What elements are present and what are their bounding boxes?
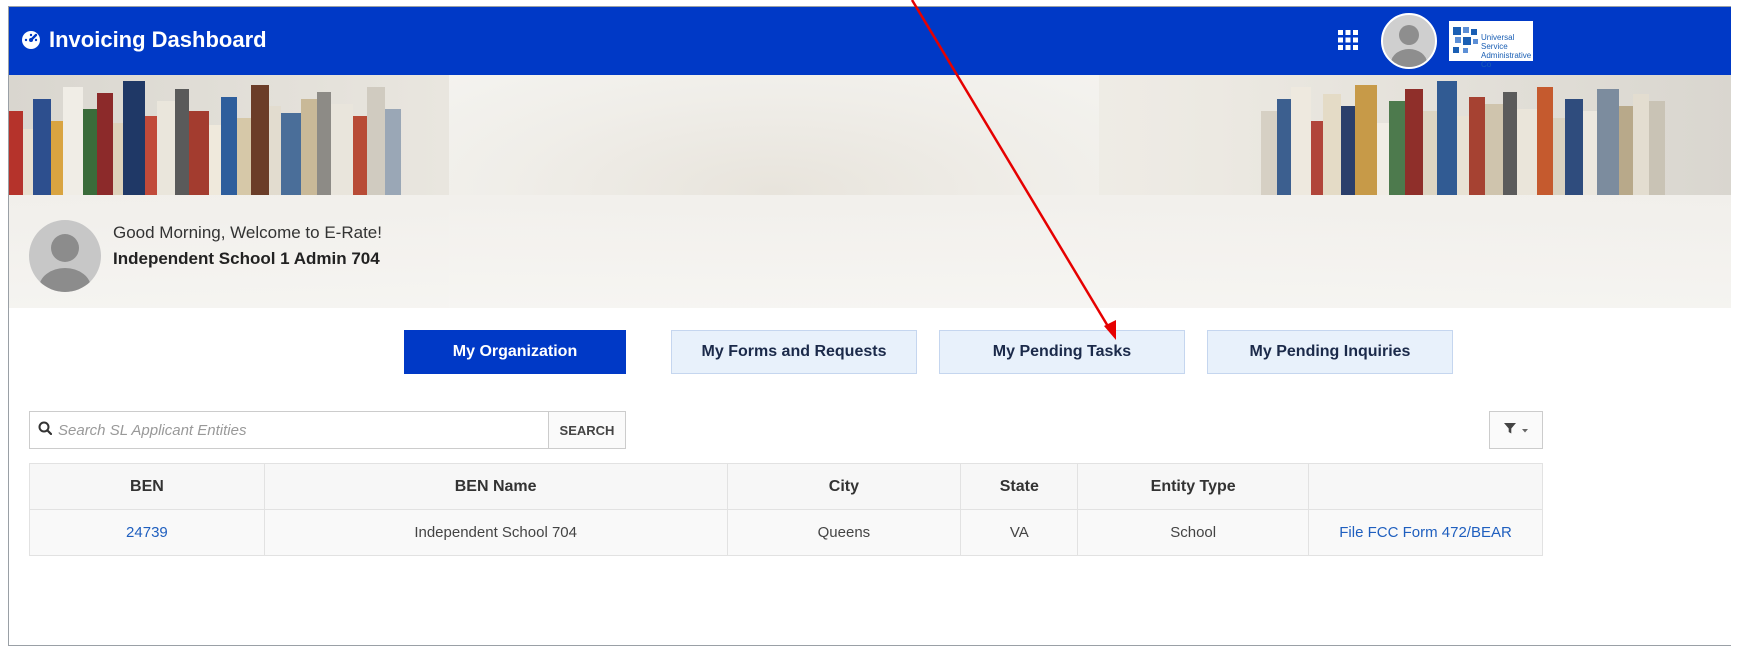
app-window: Invoicing Dashboard Universal Service Ad… [8,6,1731,646]
bookshelf-image-right [1261,75,1731,195]
user-avatar-icon[interactable] [1381,13,1437,69]
usac-logo: Universal Service Administrative Co [1449,21,1533,69]
column-header-city[interactable]: City [726,463,962,510]
column-header-state[interactable]: State [960,463,1079,510]
filter-icon [1503,421,1517,440]
search-input[interactable]: Search SL Applicant Entities [29,411,549,449]
filter-button[interactable] [1489,411,1543,449]
app-title: Invoicing Dashboard [21,27,267,53]
tab-my-organization[interactable]: My Organization [404,330,626,374]
table-row: 24739 Independent School 704 Queens VA S… [29,509,1543,556]
bookshelf-image-left [9,75,449,195]
logo-text: Universal Service Administrative Co [1481,33,1532,69]
search-button[interactable]: SEARCH [548,411,626,449]
entities-table: BEN BEN Name City State Entity Type 2473… [29,463,1543,556]
column-header-ben[interactable]: BEN [29,463,265,510]
organization-name: Independent School 1 Admin 704 [113,249,380,268]
tab-my-forms-and-requests[interactable]: My Forms and Requests [671,330,917,374]
ben-link[interactable]: 24739 [29,509,265,556]
chevron-down-icon [1521,421,1529,439]
tab-my-pending-inquiries[interactable]: My Pending Inquiries [1207,330,1453,374]
app-title-text: Invoicing Dashboard [49,27,267,52]
file-form-472-link[interactable]: File FCC Form 472/BEAR [1308,509,1543,556]
tab-my-pending-tasks[interactable]: My Pending Tasks [939,330,1185,374]
column-header-actions [1308,463,1543,510]
column-header-ben-name[interactable]: BEN Name [263,463,728,510]
greeting-text: Good Morning, Welcome to E-Rate! [113,223,382,242]
dashboard-tabs: My Organization My Forms and Requests My… [9,330,1731,374]
column-header-entity-type[interactable]: Entity Type [1077,463,1310,510]
logo-mark-icon [1453,27,1479,55]
search-placeholder: Search SL Applicant Entities [58,421,247,439]
entity-type-cell: School [1077,509,1310,556]
welcome-avatar-icon [29,220,101,292]
grid-icon[interactable] [1337,29,1359,51]
state-cell: VA [960,509,1079,556]
top-bar: Invoicing Dashboard Universal Service Ad… [9,7,1731,75]
city-cell: Queens [726,509,962,556]
search-icon [38,421,53,439]
dashboard-gauge-icon [21,30,41,50]
hero-banner: Good Morning, Welcome to E-Rate! Indepen… [9,75,1731,308]
table-header-row: BEN BEN Name City State Entity Type [29,463,1543,510]
ben-name-cell: Independent School 704 [263,509,728,556]
